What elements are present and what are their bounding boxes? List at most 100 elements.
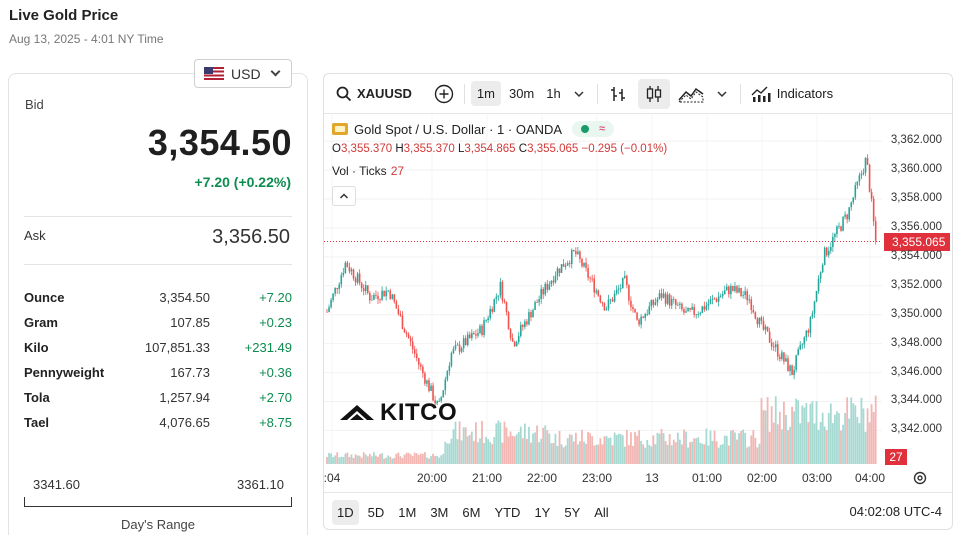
candles-chart-type-icon[interactable] xyxy=(637,78,670,109)
range-all[interactable]: All xyxy=(589,500,613,525)
volume-bar xyxy=(415,453,418,464)
candle-body xyxy=(648,306,651,315)
unit-change: +2.70 xyxy=(259,390,292,405)
candle-body xyxy=(581,258,583,267)
volume-bar xyxy=(748,446,751,464)
candle-body xyxy=(787,358,789,372)
volume-bar xyxy=(709,430,712,464)
candle-body xyxy=(385,290,387,297)
collapse-legend-button[interactable] xyxy=(332,186,356,206)
search-icon xyxy=(336,86,352,102)
currency-select[interactable]: USD xyxy=(194,59,292,88)
range-5d[interactable]: 5D xyxy=(363,500,390,525)
x-axis-tick: 20:00 xyxy=(416,471,448,485)
candle-body xyxy=(830,247,832,251)
volume-bar xyxy=(442,453,445,464)
candle-body xyxy=(764,326,767,330)
volume-bar xyxy=(866,408,869,464)
range-3m[interactable]: 3M xyxy=(425,500,453,525)
ask-label: Ask xyxy=(24,228,46,243)
candle-body xyxy=(740,287,742,296)
candle-body xyxy=(573,249,575,252)
y-axis-tick: 3,342.000 xyxy=(890,423,942,436)
candle-body xyxy=(868,164,871,192)
interval-1h[interactable]: 1h xyxy=(540,81,566,106)
candle-body xyxy=(542,288,545,295)
x-axis-tick: 04:00 xyxy=(854,471,886,485)
range-6m[interactable]: 6M xyxy=(457,500,485,525)
chart-settings-gear-icon[interactable] xyxy=(912,470,928,486)
volume-bar xyxy=(836,411,838,464)
volume-bar xyxy=(391,458,394,464)
y-axis-tick: 3,354.000 xyxy=(890,249,942,262)
candle-body xyxy=(719,296,722,298)
volume-bar xyxy=(587,431,589,464)
candle-body xyxy=(666,294,669,304)
volume-bar xyxy=(536,425,538,464)
range-ytd[interactable]: YTD xyxy=(489,500,525,525)
candle-body xyxy=(748,299,751,301)
volume-bar xyxy=(450,438,453,464)
candle-body xyxy=(587,267,589,278)
y-axis-tick: 3,352.000 xyxy=(890,278,942,291)
chevron-down-icon[interactable] xyxy=(573,88,585,100)
x-axis-tick: :04 xyxy=(323,471,341,485)
candle-body xyxy=(362,288,365,291)
volume-bar xyxy=(434,456,437,464)
ohlc-change: −0.295 (−0.01%) xyxy=(581,143,668,155)
volume-bar xyxy=(548,433,551,464)
ohlc-close: 3,355.065 xyxy=(527,143,579,155)
candle-body xyxy=(413,349,416,354)
y-axis-tick: 3,350.000 xyxy=(890,307,942,320)
price-chart[interactable] xyxy=(324,114,953,492)
candle-body xyxy=(670,299,673,306)
volume-bar xyxy=(411,455,414,464)
bar-chart-type-icon[interactable] xyxy=(608,84,628,104)
candle-body xyxy=(766,326,769,332)
volume-bar xyxy=(746,447,749,464)
candle-body xyxy=(609,299,612,301)
candle-body xyxy=(534,302,536,310)
unit-change: +7.20 xyxy=(259,290,292,305)
symbol-search[interactable]: XAUUSD xyxy=(336,86,412,102)
candle-body xyxy=(479,325,481,334)
range-1m[interactable]: 1M xyxy=(393,500,421,525)
volume-bar xyxy=(678,439,681,464)
volume-bar xyxy=(630,432,632,464)
volume-bar xyxy=(778,411,781,464)
candle-body xyxy=(752,310,755,313)
compare-add-icon[interactable] xyxy=(434,84,454,104)
volume-bar xyxy=(797,400,800,464)
x-axis-tick: 21:00 xyxy=(471,471,503,485)
candle-body xyxy=(420,364,422,367)
candle-body xyxy=(483,320,485,335)
volume-bar xyxy=(750,435,753,464)
volume-bar xyxy=(460,440,463,464)
range-5y[interactable]: 5Y xyxy=(559,500,585,525)
volume-bar xyxy=(827,413,830,464)
chevron-down-icon[interactable] xyxy=(716,88,728,100)
ohlc-h-label: H xyxy=(395,143,404,155)
indicators-button[interactable]: Indicators xyxy=(751,85,833,103)
volume-bar xyxy=(395,453,398,464)
page-title: Live Gold Price xyxy=(9,7,119,24)
volume-bar xyxy=(615,435,618,464)
candle-body xyxy=(783,352,785,362)
volume-bar xyxy=(358,455,361,464)
candle-body xyxy=(832,236,834,248)
range-1d[interactable]: 1D xyxy=(332,499,359,525)
range-1y[interactable]: 1Y xyxy=(529,500,555,525)
volume-bar xyxy=(456,439,459,464)
interval-30m[interactable]: 30m xyxy=(503,81,540,106)
candle-body xyxy=(595,290,598,293)
candle-body xyxy=(797,349,799,356)
volume-bar xyxy=(621,435,624,464)
interval-1m[interactable]: 1m xyxy=(470,81,501,106)
volume-bar xyxy=(338,457,341,464)
candle-body xyxy=(626,275,628,286)
volume-bar xyxy=(499,422,502,464)
candle-body xyxy=(464,338,467,346)
candle-body xyxy=(658,293,661,300)
area-chart-type-icon[interactable] xyxy=(677,85,704,103)
volume-bar xyxy=(336,452,339,464)
